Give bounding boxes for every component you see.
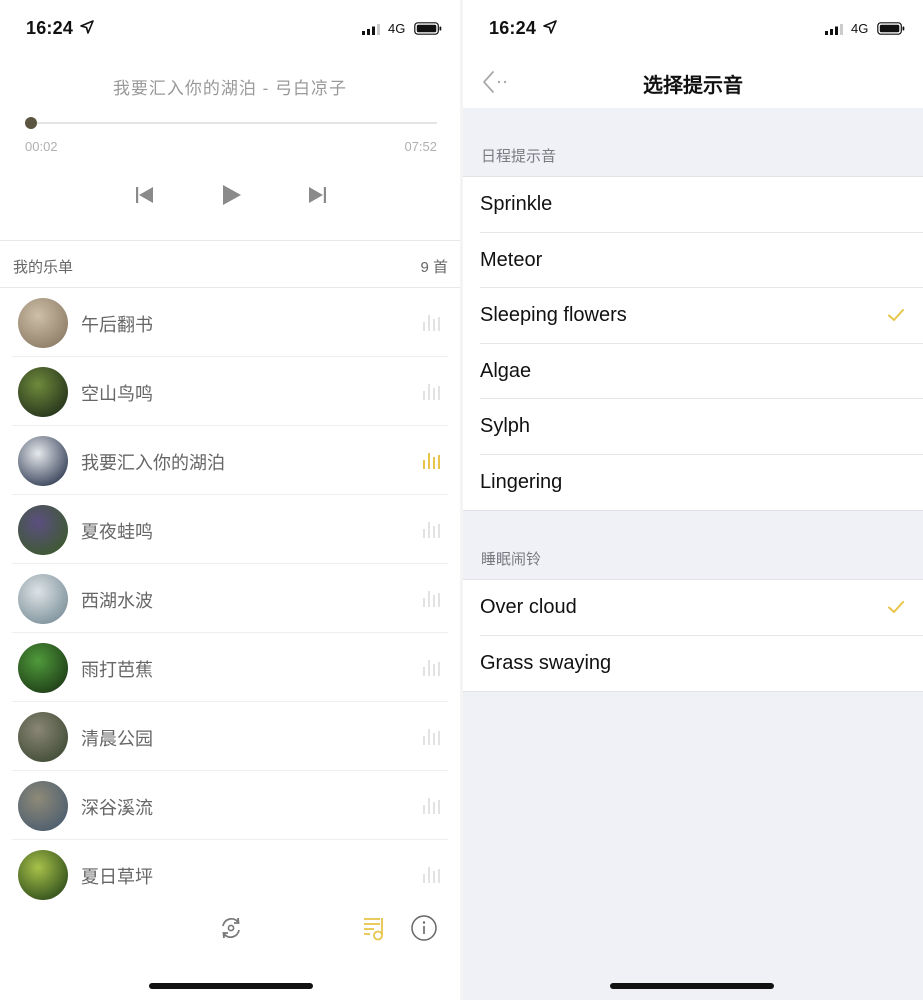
cellular-signal-icon	[825, 24, 843, 35]
tone-label: Sylph	[480, 415, 531, 437]
progress-slider[interactable]	[24, 117, 437, 129]
status-bar: 16:24 4G	[463, 0, 923, 56]
playlist-track[interactable]: 夏日草坪	[12, 840, 448, 909]
track-thumbnail	[18, 574, 68, 624]
track-name: 空山鸟鸣	[81, 384, 153, 404]
location-arrow-icon	[543, 20, 557, 34]
track-name: 夏夜蛙鸣	[81, 522, 153, 542]
playlist-header: 我的乐单 9 首	[0, 240, 460, 288]
tone-label: Lingering	[480, 470, 563, 493]
playlist-track[interactable]: 我要汇入你的湖泊	[12, 426, 448, 495]
section-header: 日程提示音	[463, 108, 923, 176]
track-name: 雨打芭蕉	[81, 660, 153, 680]
equalizer-bars-icon	[423, 522, 440, 538]
location-arrow-icon	[80, 20, 94, 34]
playlist-track[interactable]: 夏夜蛙鸣	[12, 495, 448, 564]
tone-group: Sprinkle Meteor Sleeping flowers Algae Sylph…	[463, 176, 923, 511]
equalizer-bars-icon	[423, 729, 440, 745]
track-thumbnail	[18, 781, 68, 831]
track-thumbnail	[18, 505, 68, 555]
playlist-track[interactable]: 空山鸟鸣	[12, 357, 448, 426]
track-name: 夏日草坪	[81, 867, 153, 887]
playlist-icon[interactable]	[360, 913, 390, 943]
tone-label: Sleeping flowers	[480, 304, 627, 326]
tone-option[interactable]: Grass swaying	[480, 636, 923, 692]
network-type: 4G	[851, 21, 869, 36]
tone-option[interactable]: Sprinkle	[480, 177, 923, 233]
play-button[interactable]	[218, 182, 244, 208]
track-name: 深谷溪流	[81, 798, 153, 818]
track-name: 午后翻书	[81, 315, 153, 335]
playlist-track[interactable]: 深谷溪流	[12, 771, 448, 840]
battery-icon	[877, 22, 905, 35]
network-type: 4G	[388, 21, 406, 36]
status-bar: 16:24 4G	[0, 0, 460, 56]
home-indicator[interactable]	[610, 983, 774, 989]
tone-option[interactable]: Over cloud	[480, 580, 923, 636]
playlist-label: 我的乐单	[13, 259, 74, 276]
track-name: 西湖水波	[81, 591, 153, 611]
track-thumbnail	[18, 298, 68, 348]
playlist-track[interactable]: 西湖水波	[12, 564, 448, 633]
tone-select-screen: 16:24 4G 选择提示音 日程提示音 Sprinkle Meteor Sleepi…	[463, 0, 923, 1000]
status-time: 16:24	[26, 18, 74, 38]
tone-label: Meteor	[480, 248, 543, 271]
tone-label: Algae	[480, 359, 532, 382]
progress-knob[interactable]	[24, 117, 37, 129]
total-time: 07:52	[404, 139, 437, 154]
tone-label: Grass swaying	[480, 651, 612, 674]
now-playing-title: 我要汇入你的湖泊 - 弓白凉子	[112, 79, 348, 98]
tone-settings-list: 日程提示音 Sprinkle Meteor Sleeping flowers Algae…	[463, 108, 923, 1000]
previous-track-button[interactable]	[132, 182, 158, 208]
track-thumbnail	[18, 850, 68, 900]
now-playing-bars-icon	[423, 453, 440, 469]
home-indicator[interactable]	[149, 983, 313, 989]
equalizer-bars-icon	[423, 867, 440, 883]
tone-group: Over cloud Grass swaying	[463, 579, 923, 692]
nav-bar: 选择提示音	[463, 56, 923, 108]
section-title: 睡眠闹铃	[481, 551, 542, 568]
battery-icon	[414, 22, 442, 35]
equalizer-bars-icon	[423, 315, 440, 331]
track-name: 清晨公园	[81, 729, 153, 749]
page-title: 选择提示音	[643, 75, 743, 97]
checkmark-icon	[888, 309, 904, 321]
checkmark-icon	[888, 601, 904, 613]
section-title: 日程提示音	[481, 148, 557, 165]
playlist: 午后翻书空山鸟鸣我要汇入你的湖泊 夏夜蛙鸣西湖水波雨打芭蕉清晨公园深谷溪流夏日草坪	[0, 288, 460, 909]
playlist-count: 9 首	[420, 259, 448, 276]
track-name: 我要汇入你的湖泊	[81, 453, 225, 473]
equalizer-bars-icon	[423, 660, 440, 676]
track-thumbnail	[18, 712, 68, 762]
tone-option[interactable]: Sleeping flowers	[480, 288, 923, 344]
track-thumbnail	[18, 643, 68, 693]
section-header: 睡眠闹铃	[463, 511, 923, 579]
tone-option[interactable]: Sylph	[480, 399, 923, 455]
loop-icon[interactable]	[216, 913, 246, 943]
track-thumbnail	[18, 436, 68, 486]
info-icon[interactable]	[409, 913, 439, 943]
next-track-button[interactable]	[304, 182, 330, 208]
tone-label: Over cloud	[480, 596, 577, 618]
equalizer-bars-icon	[423, 591, 440, 607]
tone-label: Sprinkle	[480, 193, 553, 215]
equalizer-bars-icon	[423, 384, 440, 400]
bottom-toolbar	[0, 905, 460, 951]
tone-option[interactable]: Algae	[480, 344, 923, 399]
equalizer-bars-icon	[423, 798, 440, 814]
player-screen: 16:24 4G 我要汇入你的湖泊 - 弓白凉子 00:02 07:52 我的乐…	[0, 0, 460, 1000]
track-thumbnail	[18, 367, 68, 417]
tone-option[interactable]: Meteor	[480, 233, 923, 288]
current-time: 00:02	[25, 139, 58, 154]
status-time: 16:24	[489, 18, 537, 38]
playlist-track[interactable]: 清晨公园	[12, 702, 448, 771]
playlist-track[interactable]: 雨打芭蕉	[12, 633, 448, 702]
playlist-track[interactable]: 午后翻书	[12, 288, 448, 357]
cellular-signal-icon	[362, 24, 380, 35]
tone-option[interactable]: Lingering	[480, 455, 923, 511]
